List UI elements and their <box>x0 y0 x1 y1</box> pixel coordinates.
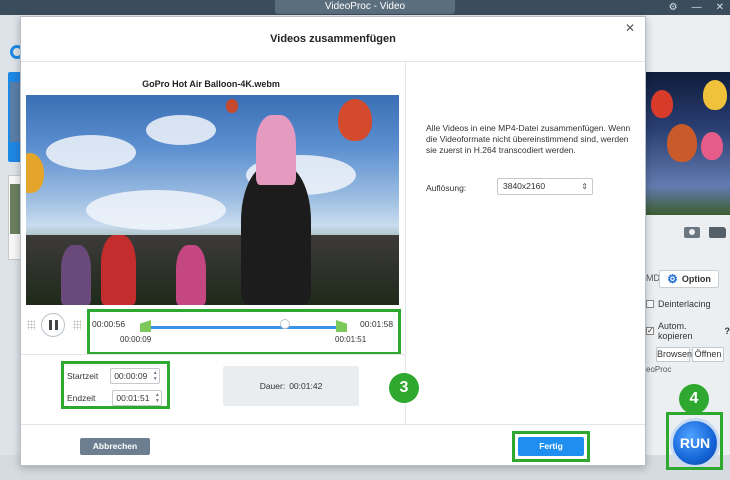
pause-icon <box>48 320 52 330</box>
run-highlight <box>666 412 723 470</box>
start-time-stepper[interactable]: ▲ ▼ <box>152 370 158 382</box>
video-filename: GoPro Hot Air Balloon-4K.webm <box>142 79 280 89</box>
window-controls: ⚙ — ✕ <box>669 0 724 15</box>
start-time-value: 00:00:09 <box>114 371 148 381</box>
end-time-stepper[interactable]: ▲ ▼ <box>154 392 160 404</box>
duration-label: Dauer: <box>259 381 286 391</box>
settings-icon[interactable]: ⚙ <box>669 2 678 13</box>
chevron-updown-icon: ⇕ <box>581 182 588 191</box>
resolution-label: Auflösung: <box>426 183 467 193</box>
preview-image <box>645 72 730 215</box>
trim-end-handle[interactable] <box>336 320 347 332</box>
video-preview <box>26 95 399 305</box>
deinterlacing-row[interactable]: Deinterlacing <box>646 299 711 309</box>
option-label: Option <box>681 274 711 284</box>
duration-value: 00:01:42 <box>289 381 323 391</box>
camera-icon[interactable] <box>684 227 700 238</box>
time-inputs-highlight: Startzeit 00:00:09 ▲ ▼ Endzeit 00:01:51 ▲… <box>61 361 170 409</box>
start-time-label: Startzeit <box>67 371 99 381</box>
step-badge-3: 3 <box>389 373 419 403</box>
deinterlacing-label: Deinterlacing <box>658 299 711 309</box>
end-time-input[interactable]: 00:01:51 ▲ ▼ <box>112 390 163 406</box>
resolution-select[interactable]: 3840x2160 ⇕ <box>497 178 593 195</box>
divider <box>405 62 406 424</box>
auto-copy-row[interactable]: ✓ Autom. kopieren ? <box>646 321 730 341</box>
grip-icon <box>73 320 81 330</box>
deinterlacing-checkbox[interactable] <box>646 300 654 308</box>
app-titlebar: VideoProc - Video ⚙ — ✕ <box>0 0 730 15</box>
auto-copy-label: Autom. kopieren <box>658 321 693 341</box>
folder-icon[interactable] <box>709 227 726 238</box>
window-title: VideoProc - Video <box>275 0 455 14</box>
duration-display: Dauer: 00:01:42 <box>223 366 359 406</box>
trim-start-handle[interactable] <box>140 320 151 332</box>
done-button[interactable]: Fertig <box>518 437 584 456</box>
step-badge-4: 4 <box>679 384 709 414</box>
timeline-highlight: 00:00:56 00:01:58 00:00:09 00:01:51 <box>87 309 401 355</box>
open-button[interactable]: Öffnen <box>692 347 724 362</box>
md-label: MD <box>646 273 660 283</box>
option-button[interactable]: ⚙ Option <box>659 270 719 288</box>
start-time-input[interactable]: 00:00:09 ▲ ▼ <box>110 368 161 384</box>
gear-icon: ⚙ <box>667 272 678 286</box>
grip-icon <box>27 320 35 330</box>
timeline-end-time: 00:01:58 <box>360 319 394 329</box>
playhead[interactable] <box>280 319 290 329</box>
trim-start-label: 00:00:09 <box>120 335 152 344</box>
merge-info-text: Alle Videos in eine MP4-Datei zusammenfü… <box>426 123 631 155</box>
app-footer-text: eoProc <box>646 365 672 374</box>
separator <box>21 354 405 355</box>
auto-copy-checkbox[interactable]: ✓ <box>646 327 654 335</box>
browse-button[interactable]: Browsen <box>656 347 692 362</box>
resolution-value: 3840x2160 <box>503 181 546 191</box>
timeline-track[interactable] <box>140 319 336 329</box>
dialog-title: Videos zusammenfügen <box>21 17 645 62</box>
help-icon[interactable]: ? <box>725 326 730 336</box>
cancel-button[interactable]: Abbrechen <box>80 438 150 455</box>
minimize-icon[interactable]: — <box>692 2 702 13</box>
close-window-icon[interactable]: ✕ <box>716 2 724 13</box>
done-highlight: Fertig <box>512 431 590 462</box>
merge-videos-dialog: Videos zusammenfügen ✕ GoPro Hot Air Bal… <box>20 16 646 466</box>
close-icon[interactable]: ✕ <box>623 21 637 35</box>
end-time-label: Endzeit <box>67 393 96 403</box>
pause-button[interactable] <box>41 313 65 337</box>
end-time-value: 00:01:51 <box>116 393 150 403</box>
trim-end-label: 00:01:51 <box>335 335 367 344</box>
timeline-start-time: 00:00:56 <box>92 319 126 329</box>
